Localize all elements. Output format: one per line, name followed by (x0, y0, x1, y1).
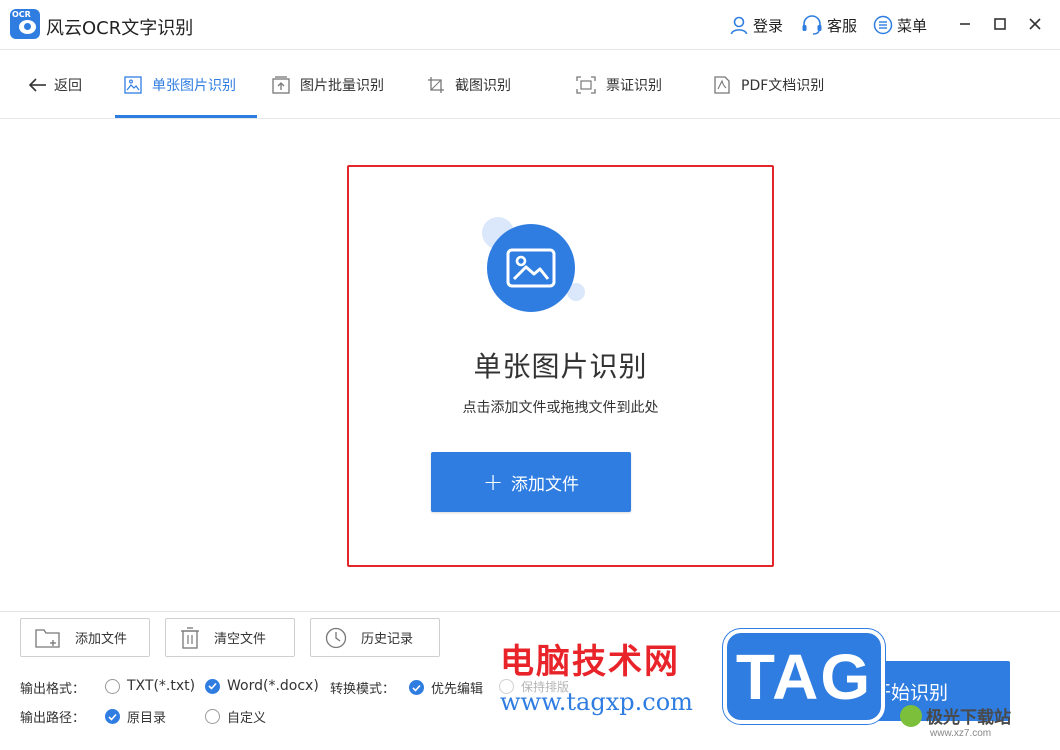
tab-label: 截图识别 (455, 77, 511, 94)
radio-unchecked-icon (105, 678, 120, 694)
list-menu-icon (873, 15, 893, 35)
minimize-button[interactable] (953, 12, 977, 36)
watermark-site-url: www.xz7.com (930, 728, 992, 739)
path-original-radio[interactable]: 原目录 (105, 707, 166, 726)
menu-label: 菜单 (897, 16, 928, 35)
watermark-cn-text: 电脑技术网 (500, 642, 680, 682)
add-file-button[interactable]: + 添加文件 (431, 452, 631, 512)
watermark-site-name: 极光下载站 (926, 708, 1011, 728)
crop-icon (428, 76, 444, 93)
dropzone-subtitle: 点击添加文件或拖拽文件到此处 (462, 400, 659, 416)
site-logo-icon (900, 704, 922, 727)
title-bar: OCR 风云OCR文字识别 登录 客服 菜单 (0, 0, 1060, 50)
logo-text: OCR (12, 10, 31, 19)
app-logo-icon: OCR (10, 9, 40, 39)
watermark-tag-logo: TAG (723, 629, 885, 724)
add-file-button-bottom[interactable]: 添加文件 (20, 618, 150, 657)
add-file-label: 添加文件 (511, 474, 580, 495)
output-format-label: 输出格式： (20, 682, 86, 697)
history-button[interactable]: 历史记录 (310, 618, 440, 657)
mode-edit-priority-radio[interactable]: 优先编辑 (409, 678, 483, 697)
clock-icon (325, 627, 347, 648)
format-docx-radio[interactable]: Word(*.docx) (205, 678, 319, 694)
maximize-icon (994, 18, 1006, 30)
menu-button[interactable]: 菜单 (873, 14, 927, 36)
convert-mode-label: 转换模式： (330, 682, 396, 697)
path-original-label: 原目录 (127, 711, 167, 726)
trash-icon (181, 626, 199, 649)
arrow-left-icon (28, 78, 46, 92)
mode-edit-priority-label: 优先编辑 (431, 682, 484, 697)
file-drop-zone[interactable]: 单张图片识别 点击添加文件或拖拽文件到此处 + 添加文件 (347, 165, 774, 567)
tab-label: PDF文档识别 (741, 77, 825, 94)
login-label: 登录 (753, 16, 784, 35)
minimize-icon (960, 23, 970, 25)
history-label: 历史记录 (361, 632, 414, 647)
output-path-label: 输出路径： (20, 711, 86, 726)
tab-bar: 返回 单张图片识别 图片批量识别 截图识别 票证识别 PDF文档识别 (0, 51, 1060, 119)
support-button[interactable]: 客服 (801, 14, 857, 36)
image-upload-icon (487, 224, 575, 312)
checkmark-icon (409, 680, 424, 695)
dropzone-title: 单张图片识别 (473, 350, 648, 383)
tab-screenshot[interactable]: 截图识别 (427, 51, 511, 118)
back-button[interactable]: 返回 (28, 75, 82, 95)
close-button[interactable] (1023, 12, 1047, 36)
support-label: 客服 (827, 16, 858, 35)
clear-files-label: 清空文件 (214, 632, 267, 647)
tab-pdf[interactable]: PDF文档识别 (713, 51, 824, 118)
upload-image-icon (272, 75, 290, 94)
login-button[interactable]: 登录 (729, 14, 783, 36)
watermark-url: www.tagxp.com (500, 688, 693, 716)
plus-icon: + (482, 468, 504, 496)
tab-single-image[interactable]: 单张图片识别 (124, 51, 236, 118)
format-txt-radio[interactable]: TXT(*.txt) (105, 678, 195, 694)
folder-add-icon (35, 628, 60, 648)
close-icon (1029, 18, 1041, 30)
path-custom-label: 自定义 (227, 711, 267, 726)
tab-label: 单张图片识别 (152, 77, 236, 94)
checkmark-icon (105, 709, 120, 724)
pdf-file-icon (714, 75, 730, 94)
scan-card-icon (576, 75, 596, 94)
format-docx-label: Word(*.docx) (227, 678, 319, 694)
radio-unchecked-icon (205, 709, 220, 724)
image-icon (124, 75, 142, 94)
back-label: 返回 (54, 78, 82, 94)
path-custom-radio[interactable]: 自定义 (205, 707, 266, 726)
maximize-button[interactable] (988, 12, 1012, 36)
watermark-site: 极光下载站 (900, 703, 1011, 728)
app-title: 风云OCR文字识别 (46, 18, 194, 39)
clear-files-button[interactable]: 清空文件 (165, 618, 295, 657)
tab-card-recognition[interactable]: 票证识别 (576, 51, 662, 118)
add-file-label: 添加文件 (75, 632, 128, 647)
checkmark-icon (205, 678, 220, 694)
user-icon (730, 16, 748, 35)
tab-batch-image[interactable]: 图片批量识别 (272, 51, 384, 118)
tab-label: 票证识别 (606, 77, 662, 94)
tab-label: 图片批量识别 (300, 77, 384, 94)
headset-icon (802, 15, 822, 35)
active-tab-indicator (115, 115, 257, 118)
format-txt-label: TXT(*.txt) (127, 678, 196, 694)
